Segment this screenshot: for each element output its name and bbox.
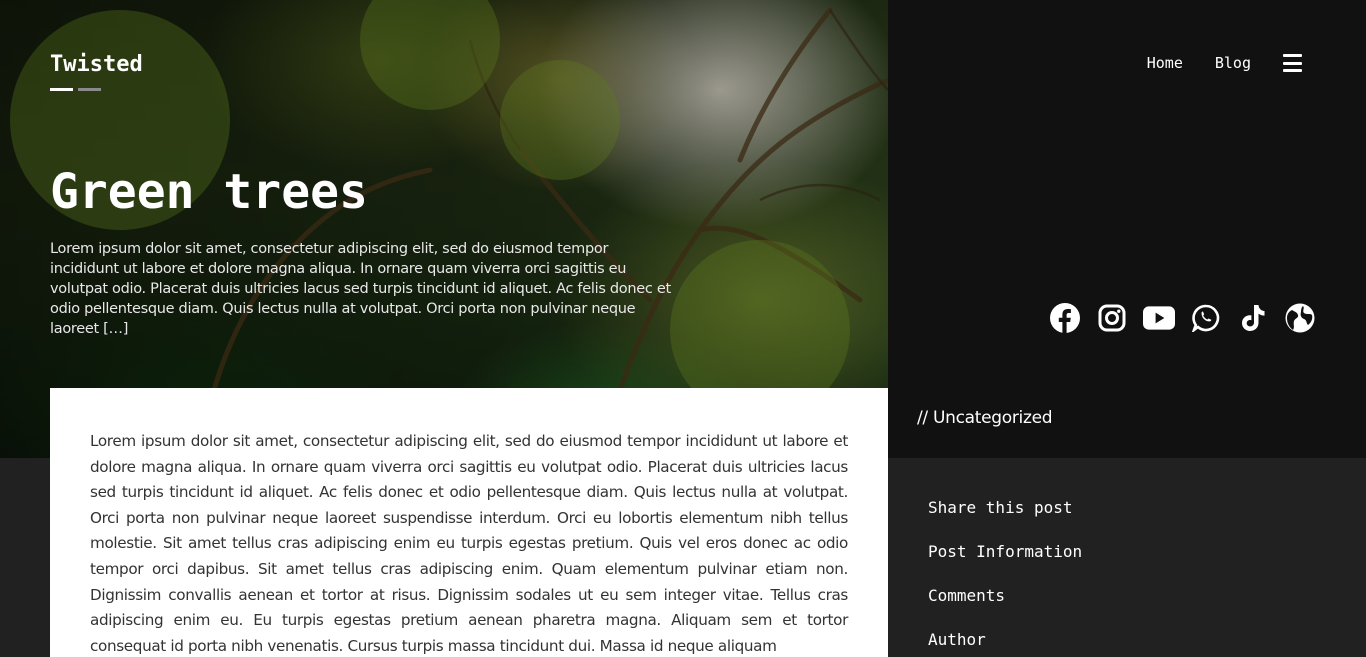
- nav-blog-link[interactable]: Blog: [1215, 54, 1251, 72]
- site-logo[interactable]: Twisted: [50, 52, 143, 77]
- social-links: [1034, 302, 1316, 334]
- post-category-link[interactable]: // Uncategorized: [917, 408, 1053, 428]
- post-sidebar-nav: Share this post Post Information Comment…: [928, 497, 1082, 657]
- hamburger-menu-icon[interactable]: [1283, 54, 1302, 72]
- globe-icon[interactable]: [1284, 302, 1316, 334]
- main-nav: Home Blog: [1115, 54, 1302, 72]
- post-excerpt: Lorem ipsum dolor sit amet, consectetur …: [50, 241, 671, 337]
- tiktok-icon[interactable]: [1237, 302, 1269, 334]
- youtube-icon[interactable]: [1143, 302, 1175, 334]
- logo-underline-decoration: [50, 88, 101, 91]
- instagram-icon[interactable]: [1096, 302, 1128, 334]
- post-content: Lorem ipsum dolor sit amet, consectetur …: [50, 388, 888, 657]
- whatsapp-icon[interactable]: [1190, 302, 1222, 334]
- facebook-icon[interactable]: [1049, 302, 1081, 334]
- post-information-link[interactable]: Post Information: [928, 541, 1082, 585]
- nav-home-link[interactable]: Home: [1147, 54, 1183, 72]
- share-post-link[interactable]: Share this post: [928, 497, 1082, 541]
- comments-link[interactable]: Comments: [928, 585, 1082, 629]
- post-title: Green trees: [50, 164, 368, 220]
- post-body-paragraph: Lorem ipsum dolor sit amet, consectetur …: [90, 432, 848, 655]
- author-link[interactable]: Author: [928, 629, 1082, 657]
